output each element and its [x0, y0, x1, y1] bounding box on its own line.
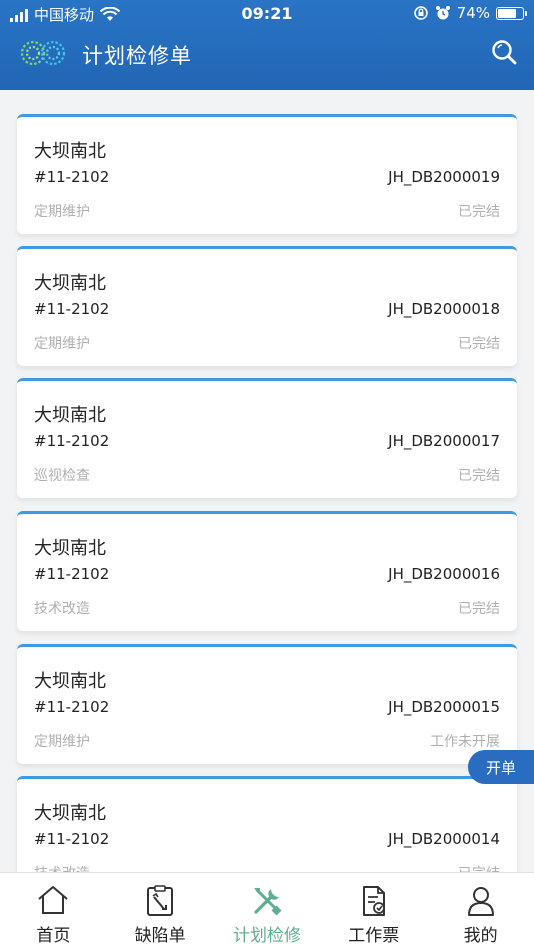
card-title: 大坝南北	[34, 405, 106, 426]
maintenance-card[interactable]: 大坝南北 #11-2102 JH_DB2000018 定期维护 已完结	[17, 246, 517, 366]
card-type: 巡视检查	[34, 468, 90, 484]
card-code: #11-2102	[34, 300, 110, 318]
card-number: JH_DB2000017	[388, 432, 500, 450]
card-status: 已完结	[458, 468, 500, 484]
nav-bar: 计划检修单	[0, 30, 534, 78]
user-icon	[467, 887, 494, 916]
maintenance-card[interactable]: 大坝南北 #11-2102 JH_DB2000017 巡视检查 已完结	[17, 378, 517, 498]
app-header: 中国移动 09:21 74% 计划检修单	[0, 0, 534, 90]
create-order-button[interactable]: 开单	[468, 750, 534, 784]
card-status: 工作未开展	[430, 734, 500, 750]
tab-label: 工作票	[348, 926, 400, 946]
card-title: 大坝南北	[34, 671, 106, 692]
tab-work-ticket[interactable]: 工作票	[320, 873, 427, 950]
maintenance-card[interactable]: 大坝南北 #11-2102 JH_DB2000015 定期维护 工作未开展	[17, 644, 517, 764]
card-code: #11-2102	[34, 432, 110, 450]
work-ticket-icon	[362, 886, 385, 916]
alarm-icon	[435, 6, 450, 20]
defect-form-icon	[147, 885, 174, 916]
card-status: 已完结	[458, 204, 500, 220]
card-type: 定期维护	[34, 336, 90, 352]
maintenance-card[interactable]: 大坝南北 #11-2102 JH_DB2000019 定期维护 已完结	[17, 114, 517, 234]
card-status: 已完结	[458, 863, 500, 872]
card-title: 大坝南北	[34, 803, 106, 824]
card-number: JH_DB2000016	[388, 565, 500, 583]
tab-label: 我的	[463, 926, 498, 946]
card-number: JH_DB2000018	[388, 300, 500, 318]
battery-fill	[498, 8, 516, 18]
tab-mine[interactable]: 我的	[427, 873, 534, 950]
logo-icon	[20, 40, 66, 66]
card-title: 大坝南北	[34, 273, 106, 294]
tab-planned-maintenance[interactable]: 计划检修	[214, 873, 321, 950]
tab-label: 计划检修	[232, 926, 301, 946]
card-title: 大坝南北	[34, 538, 106, 559]
tab-defect-form[interactable]: 缺陷单	[107, 873, 214, 950]
card-status: 已完结	[458, 336, 500, 352]
card-title: 大坝南北	[34, 141, 106, 162]
maintenance-card[interactable]: 大坝南北 #11-2102 JH_DB2000014 技术改造 已完结	[17, 776, 517, 872]
card-code: #11-2102	[34, 698, 110, 716]
card-number: JH_DB2000019	[388, 168, 500, 186]
battery-percent: 74%	[456, 4, 490, 22]
card-number: JH_DB2000015	[388, 698, 500, 716]
card-code: #11-2102	[34, 830, 110, 848]
card-type: 定期维护	[34, 204, 90, 220]
page-title: 计划检修单	[82, 44, 192, 68]
tab-home[interactable]: 首页	[0, 873, 107, 950]
maintenance-card[interactable]: 大坝南北 #11-2102 JH_DB2000016 技术改造 已完结	[17, 511, 517, 631]
battery-icon	[496, 6, 527, 20]
card-number: JH_DB2000014	[388, 830, 500, 848]
tab-bar: 首页 缺陷单 计划检修 工作票 我的	[0, 872, 534, 950]
card-code: #11-2102	[34, 565, 110, 583]
tools-icon	[253, 888, 282, 916]
card-status: 已完结	[458, 601, 500, 617]
status-right: 74%	[413, 4, 527, 22]
maintenance-list[interactable]: 大坝南北 #11-2102 JH_DB2000019 定期维护 已完结 大坝南北…	[0, 90, 534, 872]
orientation-lock-icon	[413, 6, 428, 20]
card-type: 定期维护	[34, 734, 90, 750]
search-icon[interactable]	[490, 38, 518, 66]
card-type: 技术改造	[34, 601, 90, 617]
card-type: 技术改造	[34, 863, 90, 872]
status-bar: 中国移动 09:21 74%	[0, 0, 534, 28]
home-icon	[38, 886, 69, 914]
tab-label: 缺陷单	[134, 926, 186, 946]
card-code: #11-2102	[34, 168, 110, 186]
tab-label: 首页	[36, 926, 71, 946]
